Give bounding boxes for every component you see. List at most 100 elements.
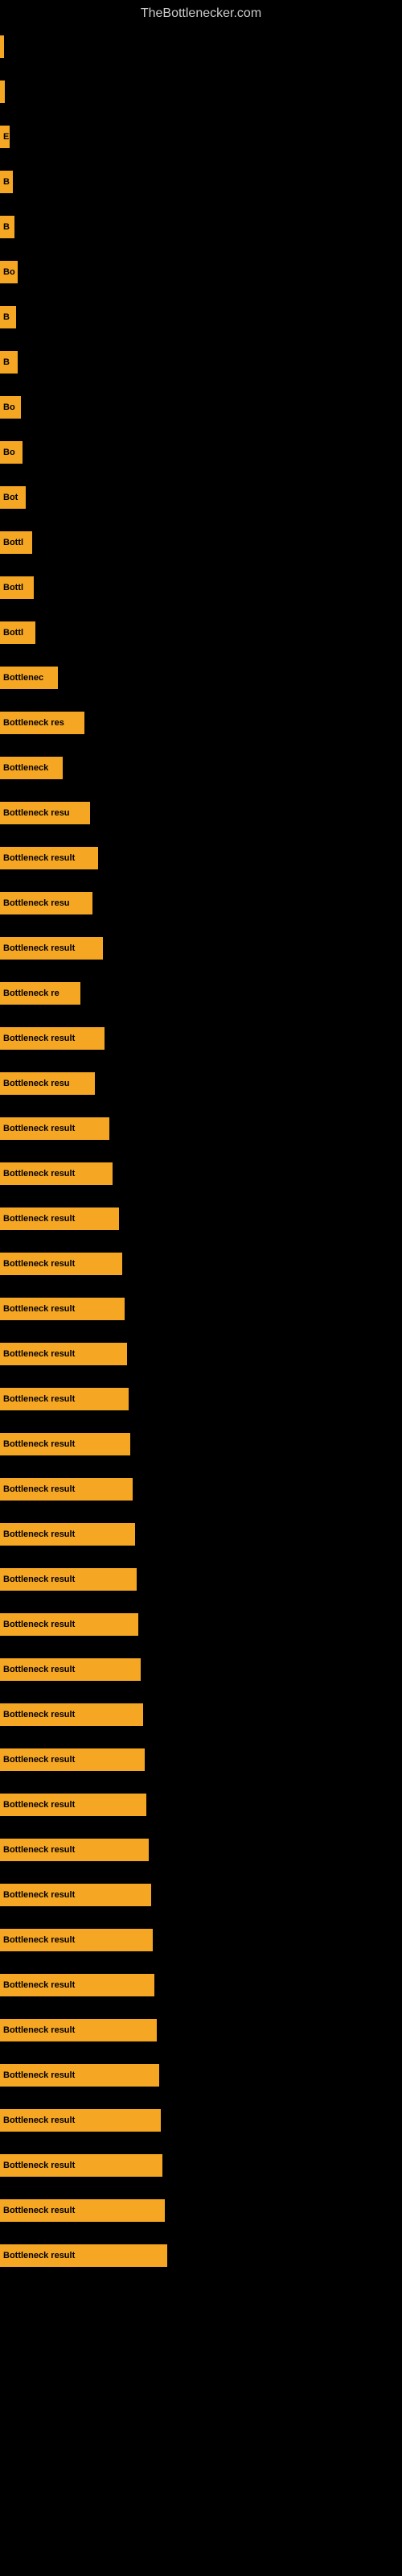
bar-label: Bottleneck result bbox=[3, 1259, 75, 1269]
bar-label: Bottleneck result bbox=[3, 1304, 75, 1314]
bar-item: Bottleneck bbox=[0, 757, 63, 779]
bar-item: Bottleneck result bbox=[0, 1613, 138, 1636]
bar-row: Bottleneck result bbox=[0, 1918, 402, 1963]
bar-item: Bottleneck result bbox=[0, 1478, 133, 1501]
bar-label: Bottleneck bbox=[3, 763, 48, 773]
bar-row: Bottleneck result bbox=[0, 1647, 402, 1692]
bar-label: Bottleneck result bbox=[3, 1214, 75, 1224]
bar-label: B bbox=[3, 357, 10, 367]
bar-row: Bottleneck resu bbox=[0, 791, 402, 836]
bar-label: Bottleneck re bbox=[3, 989, 59, 998]
bar-item: Bottleneck result bbox=[0, 2154, 162, 2177]
bar-row: Bottleneck result bbox=[0, 1692, 402, 1737]
bar-item: Bottleneck result bbox=[0, 1253, 122, 1275]
bar-row: Bottleneck resu bbox=[0, 1061, 402, 1106]
bar-item: Bottleneck result bbox=[0, 1974, 154, 1996]
bar-label: Bottleneck result bbox=[3, 2161, 75, 2170]
bar-label: Bottleneck result bbox=[3, 1394, 75, 1404]
bar-row: Bottleneck result bbox=[0, 1422, 402, 1467]
bar-item: Bottleneck result bbox=[0, 847, 98, 869]
bars-container: E B B Bo B B Bo Bo Bot Bottl Bottl Bottl Bottlenec Bo… bbox=[0, 24, 402, 2278]
bar-label: Bot bbox=[3, 493, 18, 502]
bar-item: Bottleneck result bbox=[0, 2199, 165, 2222]
bar-label: Bottleneck result bbox=[3, 1710, 75, 1719]
bar-item: Bo bbox=[0, 261, 18, 283]
bar-label: Bottl bbox=[3, 538, 23, 547]
bar-item: Bottleneck result bbox=[0, 1658, 141, 1681]
bar-label: Bottleneck result bbox=[3, 1755, 75, 1765]
bar-label: Bottleneck result bbox=[3, 1169, 75, 1179]
bar-row bbox=[0, 69, 402, 114]
bar-row: Bottleneck result bbox=[0, 1512, 402, 1557]
bar-row: Bo bbox=[0, 385, 402, 430]
bar-row: Bottleneck result bbox=[0, 1151, 402, 1196]
bar-item: Bottleneck result bbox=[0, 1433, 130, 1455]
bar-item: Bottleneck result bbox=[0, 1343, 127, 1365]
bar-row: E bbox=[0, 114, 402, 159]
bar-item: Bottleneck result bbox=[0, 1027, 105, 1050]
bar-item: Bottleneck result bbox=[0, 1748, 145, 1771]
bar-row: Bottleneck result bbox=[0, 1196, 402, 1241]
bar-row: Bottleneck result bbox=[0, 2098, 402, 2143]
bar-row: Bottleneck result bbox=[0, 1377, 402, 1422]
bar-label: Bottleneck result bbox=[3, 1935, 75, 1945]
bar-item: Bottlenec bbox=[0, 667, 58, 689]
bar-item: Bottleneck result bbox=[0, 1523, 135, 1546]
bar-item: Bottleneck result bbox=[0, 1162, 113, 1185]
bar-item: Bottl bbox=[0, 621, 35, 644]
bar-label: B bbox=[3, 312, 10, 322]
bar-row: Bottleneck re bbox=[0, 971, 402, 1016]
bar-item: Bottleneck result bbox=[0, 1929, 153, 1951]
bar-row: Bottleneck result bbox=[0, 1872, 402, 1918]
bar-row: Bottleneck result bbox=[0, 1331, 402, 1377]
bar-row: Bottleneck res bbox=[0, 700, 402, 745]
bar-item: Bottleneck res bbox=[0, 712, 84, 734]
bar-row: B bbox=[0, 295, 402, 340]
bar-row: Bottleneck result bbox=[0, 1782, 402, 1827]
bar-label: Bottl bbox=[3, 628, 23, 638]
bar-item: Bo bbox=[0, 396, 21, 419]
bar-label: Bottleneck result bbox=[3, 2070, 75, 2080]
bar-row: B bbox=[0, 159, 402, 204]
bar-row: B bbox=[0, 340, 402, 385]
bar-label: Bottleneck result bbox=[3, 1890, 75, 1900]
bar-item: Bottleneck result bbox=[0, 1298, 125, 1320]
bar-row: Bottleneck resu bbox=[0, 881, 402, 926]
bar-row: Bottleneck result bbox=[0, 2053, 402, 2098]
site-title: TheBottlenecker.com bbox=[0, 0, 402, 24]
bar-row: Bottleneck result bbox=[0, 2143, 402, 2188]
bar-item: Bottleneck result bbox=[0, 1388, 129, 1410]
bar-item: Bottleneck result bbox=[0, 937, 103, 960]
bar-row: Bottleneck bbox=[0, 745, 402, 791]
bar-label: Bottleneck result bbox=[3, 943, 75, 953]
bar-item: Bottleneck result bbox=[0, 1208, 119, 1230]
bar-item: Bottleneck result bbox=[0, 2109, 161, 2132]
bar-label: Bottleneck result bbox=[3, 2206, 75, 2215]
bar-label: B bbox=[3, 177, 10, 187]
bar-row: Bottlenec bbox=[0, 655, 402, 700]
bar-label: Bottleneck result bbox=[3, 2116, 75, 2125]
bar-row: Bottleneck result bbox=[0, 1016, 402, 1061]
bar-label: Bottleneck result bbox=[3, 1665, 75, 1674]
bar-label: Bottleneck result bbox=[3, 1349, 75, 1359]
bar-row: Bottl bbox=[0, 565, 402, 610]
bar-item: Bottleneck result bbox=[0, 2064, 159, 2087]
bar-label: Bo bbox=[3, 448, 15, 457]
bar-row: Bo bbox=[0, 430, 402, 475]
bar-label: Bottleneck result bbox=[3, 1530, 75, 1539]
bar-row: Bottleneck result bbox=[0, 1106, 402, 1151]
bar-label: Bottleneck result bbox=[3, 2025, 75, 2035]
bar-row: Bottleneck result bbox=[0, 1963, 402, 2008]
bar-row: Bottleneck result bbox=[0, 1557, 402, 1602]
bar-item: Bottleneck result bbox=[0, 1794, 146, 1816]
bar-item: Bottleneck resu bbox=[0, 802, 90, 824]
bar-item: Bottleneck result bbox=[0, 2244, 167, 2267]
bar-label: Bottleneck result bbox=[3, 1034, 75, 1043]
bar-item: B bbox=[0, 216, 14, 238]
bar-label: Bottleneck result bbox=[3, 1800, 75, 1810]
bar-item: Bottleneck re bbox=[0, 982, 80, 1005]
bar-label: Bottleneck result bbox=[3, 1845, 75, 1855]
bar-item: Bottleneck result bbox=[0, 1117, 109, 1140]
bar-row: Bottleneck result bbox=[0, 836, 402, 881]
bar-row: B bbox=[0, 204, 402, 250]
